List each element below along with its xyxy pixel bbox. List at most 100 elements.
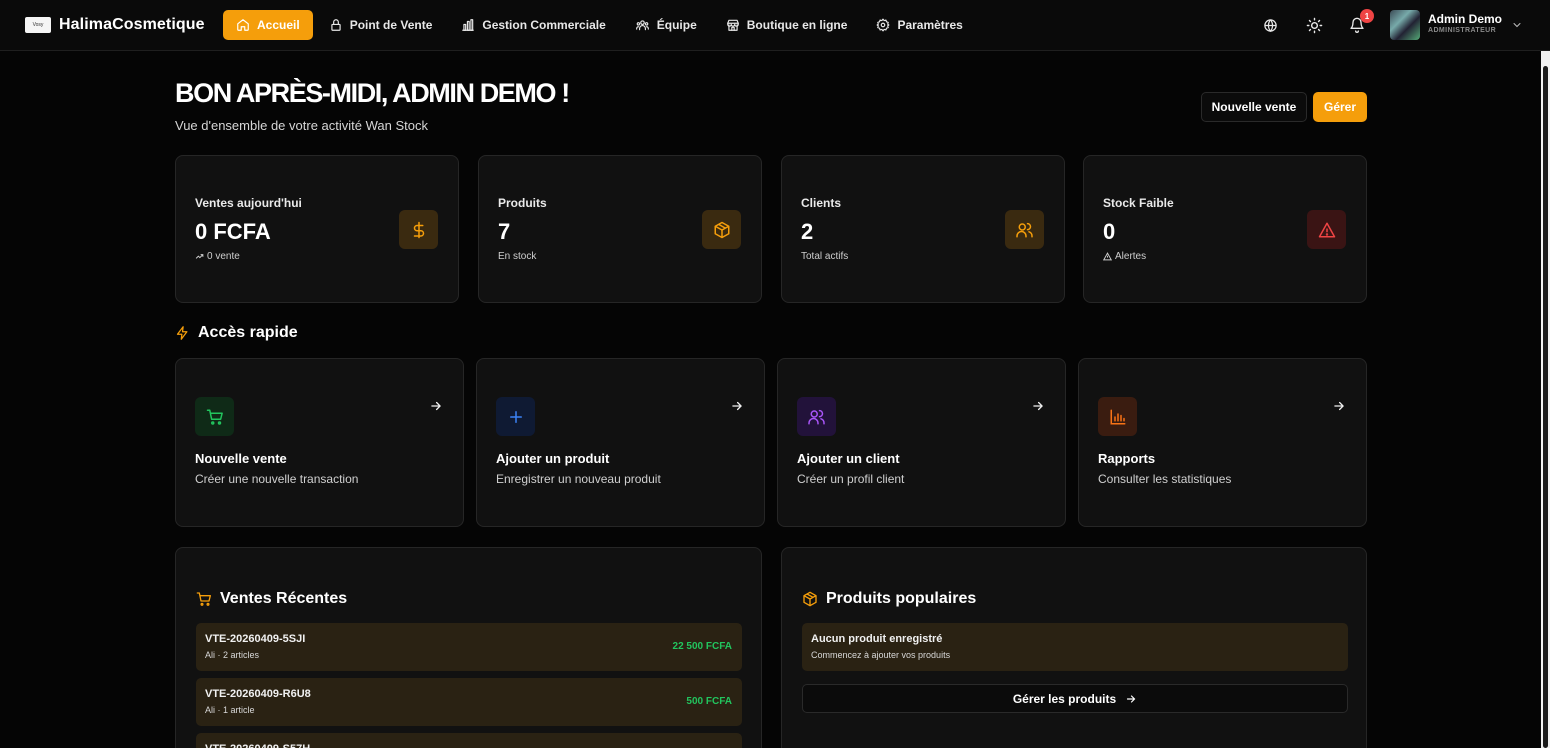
sale-meta: Ali · 2 articles: [205, 650, 260, 660]
stat-value: 0 FCFA: [195, 219, 271, 244]
notification-bell-icon[interactable]: 1: [1348, 9, 1374, 34]
brand-name: HalimaCosmetique: [59, 16, 205, 33]
cart-icon: [195, 397, 234, 436]
chevron-down-icon[interactable]: [1511, 19, 1523, 31]
stat-card-stock-faible: Stock Faible 0 Alertes: [1083, 155, 1367, 303]
stat-sub: Total actifs: [801, 251, 848, 262]
bar-chart-icon: [462, 19, 475, 31]
nav-item-label: Équipe: [656, 18, 697, 32]
quick-title: Rapports: [1098, 451, 1156, 466]
bar-chart-icon: [1098, 397, 1137, 436]
sale-id: VTE-20260409-R6U8: [205, 688, 311, 700]
warning-small-icon: [1103, 252, 1112, 261]
box-icon: [803, 591, 817, 607]
nav-item-label: Paramètres: [897, 18, 963, 32]
nav-item-label: Boutique en ligne: [746, 18, 848, 32]
sale-id: VTE-20260409-S57H: [205, 743, 310, 748]
popular-products-panel: Produits populaires Aucun produit enregi…: [781, 547, 1367, 748]
sale-amount: 500 FCFA: [686, 696, 732, 707]
quick-desc: Consulter les statistiques: [1098, 472, 1232, 486]
section-title-text: Accès rapide: [198, 324, 298, 341]
nav-item-gestion-commerciale[interactable]: Gestion Commerciale: [448, 10, 618, 40]
section-title-text: Produits populaires: [826, 590, 977, 607]
user-name[interactable]: Admin Demo: [1428, 12, 1502, 26]
avatar[interactable]: [1390, 10, 1420, 40]
language-globe-icon[interactable]: [1261, 16, 1279, 34]
quick-title: Ajouter un client: [797, 451, 900, 466]
nav-item-accueil[interactable]: Accueil: [223, 10, 313, 40]
sale-meta: Ali · 1 article: [205, 705, 255, 715]
nav-item-boutique-en-ligne[interactable]: Boutique en ligne: [713, 10, 861, 40]
arrow-right-icon: [431, 401, 441, 411]
stat-label: Stock Faible: [1103, 196, 1174, 210]
cart-icon: [196, 592, 211, 606]
nav-item-point-de-vente[interactable]: Point de Vente: [316, 10, 446, 40]
stat-value: 7: [498, 219, 511, 244]
empty-desc: Commencez à ajouter vos produits: [811, 650, 951, 660]
popular-products-title: Produits populaires: [802, 590, 976, 608]
users-icon: [1005, 210, 1044, 249]
sale-row[interactable]: VTE-20260409-R6U8 Ali · 1 article 500 FC…: [196, 678, 742, 726]
theme-sun-icon[interactable]: [1305, 16, 1323, 34]
stat-sub: Alertes: [1103, 251, 1146, 262]
main-menu: Accueil Point de Vente Gestion Commercia…: [223, 10, 979, 40]
stat-card-ventes: Ventes aujourd'hui 0 FCFA 0 vente: [175, 155, 459, 303]
section-title-text: Ventes Récentes: [220, 590, 348, 607]
sale-row[interactable]: VTE-20260409-S57H: [196, 733, 742, 748]
stat-sub-text: En stock: [498, 251, 537, 262]
lightning-icon: [176, 326, 188, 340]
user-role: ADMINISTRATEUR: [1428, 27, 1497, 34]
plus-icon: [496, 397, 535, 436]
arrow-right-icon: [1334, 401, 1344, 411]
stat-sub: 0 vente: [195, 251, 240, 262]
arrow-right-icon: [1127, 694, 1136, 703]
box-icon: [702, 210, 741, 249]
quick-desc: Créer un profil client: [797, 472, 905, 486]
arrow-right-icon: [732, 401, 742, 411]
nav-item-label: Point de Vente: [349, 18, 433, 32]
dollar-icon: [399, 210, 438, 249]
quick-access-title: Accès rapide: [175, 324, 298, 342]
trending-up-icon: [195, 254, 204, 259]
empty-title: Aucun produit enregistré: [811, 633, 943, 645]
quick-reports[interactable]: Rapports Consulter les statistiques: [1078, 358, 1367, 527]
stat-sub-text: Alertes: [1115, 251, 1147, 262]
nav-item-label: Gestion Commerciale: [482, 18, 606, 32]
gear-icon: [877, 18, 890, 32]
home-icon: [237, 19, 249, 31]
button-label: Gérer les produits: [1012, 691, 1117, 706]
stat-value: 0: [1103, 219, 1116, 244]
stat-sub: En stock: [498, 251, 536, 262]
quick-title: Nouvelle vente: [195, 451, 287, 466]
manage-button[interactable]: Gérer: [1313, 92, 1367, 122]
stat-sub-text: 0 vente: [207, 251, 240, 262]
sale-id: VTE-20260409-5SJI: [205, 633, 306, 645]
warning-icon: [1307, 210, 1346, 249]
page-subtitle: Vue d'ensemble de votre activité Wan Sto…: [175, 118, 428, 133]
nav-item-label: Accueil: [257, 18, 300, 32]
store-icon: [726, 19, 739, 31]
team-icon: [635, 20, 649, 31]
lock-icon: [331, 19, 341, 31]
quick-desc: Créer une nouvelle transaction: [195, 472, 359, 486]
quick-add-client[interactable]: Ajouter un client Créer un profil client: [777, 358, 1066, 527]
scrollbar-thumb[interactable]: [1543, 66, 1548, 748]
stat-sub-text: Total actifs: [801, 251, 849, 262]
stat-label: Ventes aujourd'hui: [195, 196, 302, 210]
notification-badge: 1: [1360, 9, 1374, 23]
arrow-right-icon: [1033, 401, 1043, 411]
new-sale-button[interactable]: Nouvelle vente: [1201, 92, 1307, 122]
recent-sales-title: Ventes Récentes: [196, 590, 347, 608]
stat-label: Clients: [801, 196, 842, 210]
sale-row[interactable]: VTE-20260409-5SJI Ali · 2 articles 22 50…: [196, 623, 742, 671]
stat-card-clients: Clients 2 Total actifs: [781, 155, 1065, 303]
manage-products-button[interactable]: Gérer les produits: [802, 684, 1348, 713]
empty-state: Aucun produit enregistré Commencez à ajo…: [802, 623, 1348, 671]
nav-item-equipe[interactable]: Équipe: [622, 10, 710, 40]
nav-item-parametres[interactable]: Paramètres: [863, 10, 975, 40]
quick-add-product[interactable]: Ajouter un produit Enregistrer un nouvea…: [476, 358, 765, 527]
brand[interactable]: Vosy HalimaCosmetique: [25, 16, 205, 34]
stat-label: Produits: [498, 196, 547, 210]
quick-new-sale[interactable]: Nouvelle vente Créer une nouvelle transa…: [175, 358, 464, 527]
page-title: BON APRÈS-MIDI, ADMIN DEMO !: [175, 78, 570, 108]
